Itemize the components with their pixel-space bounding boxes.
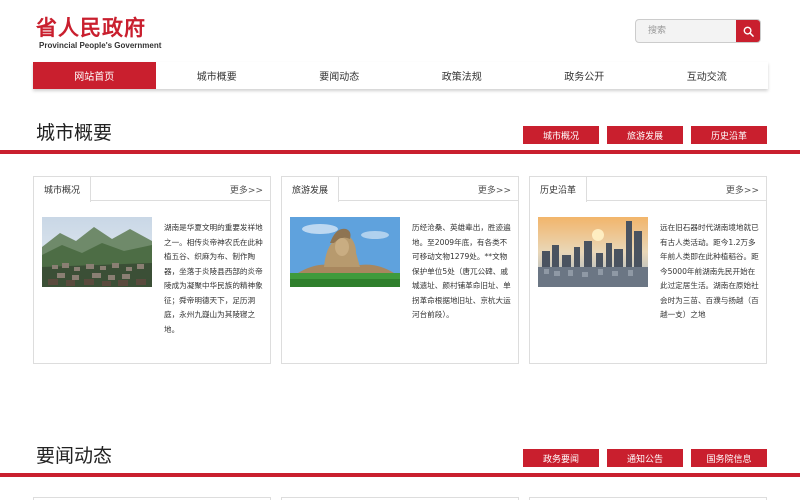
nav-item-home[interactable]: 网站首页 [33,62,156,89]
nav-item-policies[interactable]: 政策法规 [401,62,524,89]
search-icon [743,26,754,37]
card-tab-label: 旅游发展 [282,177,340,202]
site-logo[interactable]: 省人民政府 Provincial People's Government [36,15,162,51]
more-link[interactable]: 更多>> [726,183,759,196]
card-description: 远在旧石器时代湖南境地就已有古人类活动。距今1.2万多年前人类即在此种植稻谷。距… [660,223,759,319]
section-city-overview-header: 城市概要 城市概况 旅游发展 历史沿革 [0,121,800,161]
nav-item-government-affairs[interactable]: 政务公开 [523,62,646,89]
section-divider [0,150,800,154]
logo-english-subtitle: Provincial People's Government [39,41,162,50]
card-tab-label: 历史沿革 [530,177,588,202]
tab-history[interactable]: 历史沿革 [691,126,767,144]
card-city-profile: 城市概况 更多>> 湖南是华夏文明的重要发祥地之一。相传炎帝神农氏在此种植五谷、… [33,176,271,364]
tab-government-news[interactable]: 政务要闻 [523,449,599,467]
card-header: 历史沿革 更多>> [530,177,766,202]
tab-state-council-info[interactable]: 国务院信息 [691,449,767,467]
nav-item-news[interactable]: 要闻动态 [278,62,401,89]
main-nav: 网站首页 城市概要 要闻动态 政策法规 政务公开 互动交流 [33,62,768,89]
section-title: 要闻动态 [36,445,113,467]
nav-item-interaction[interactable]: 互动交流 [646,62,769,89]
more-link[interactable]: 更多>> [230,183,263,196]
section-divider [0,473,800,477]
card-tab-label: 城市概况 [34,177,92,202]
section-tabs: 城市概况 旅游发展 历史沿革 [523,126,767,144]
tab-city-profile[interactable]: 城市概况 [523,126,599,144]
more-link[interactable]: 更多>> [478,183,511,196]
card-description: 湖南是华夏文明的重要发祥地之一。相传炎帝神农氏在此种植五谷、织麻为布、制作陶器，… [164,223,263,334]
card-description: 历经沧桑、英雄辈出，胜迹遍地。至2009年底，有各类不可移动文物1279处。**… [412,223,511,319]
section-tabs: 政务要闻 通知公告 国务院信息 [523,449,767,467]
tab-announcements[interactable]: 通知公告 [607,449,683,467]
search-button[interactable] [736,20,760,42]
section-title: 城市概要 [36,122,113,144]
city-skyline-image[interactable] [538,217,648,287]
card-header: 城市概况 更多>> [34,177,270,202]
card-tourism: 旅游发展 更多>> 历经沧桑、英雄辈出，胜迹遍地。至2009年底，有各类不可移动… [281,176,519,364]
search-box [635,19,761,43]
tab-tourism[interactable]: 旅游发展 [607,126,683,144]
landscape-village-image[interactable] [42,217,152,287]
logo-chinese-title: 省人民政府 [36,15,146,40]
card-header: 旅游发展 更多>> [282,177,518,202]
search-input[interactable] [636,20,736,42]
monument-statue-image[interactable] [290,217,400,287]
card-history: 历史沿革 更多>> 远在旧石器时代湖南境地就已有古人类活动。距今1.2万多年前人… [529,176,767,364]
nav-item-city-overview[interactable]: 城市概要 [156,62,279,89]
section-news-header: 要闻动态 政务要闻 通知公告 国务院信息 [0,444,800,484]
